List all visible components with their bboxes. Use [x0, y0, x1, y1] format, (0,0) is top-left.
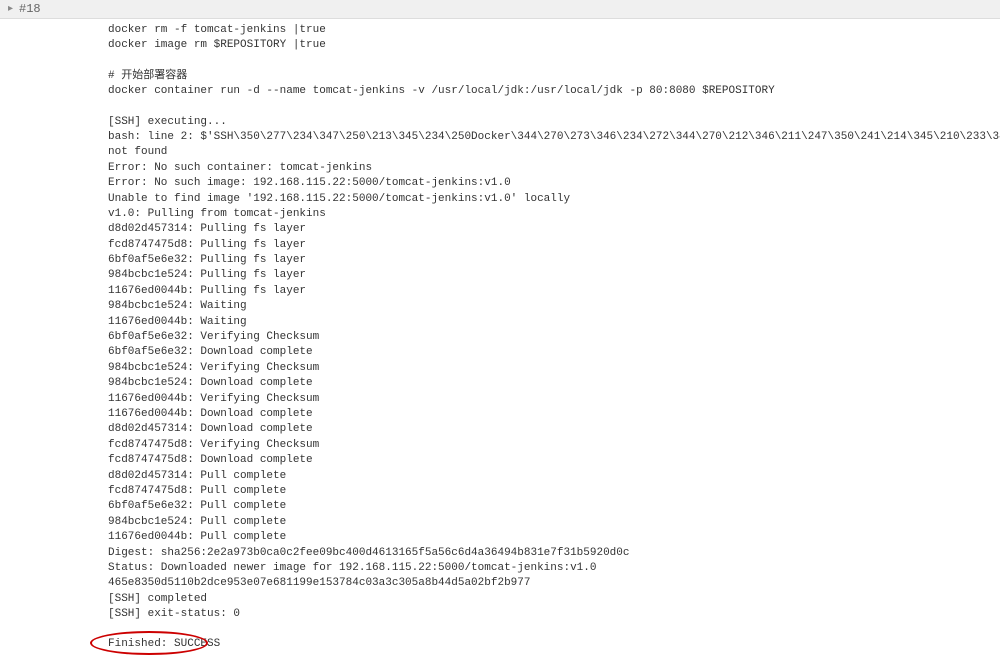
console-line: 11676ed0044b: Download complete — [108, 407, 992, 422]
finished-status-container: Finished: SUCCESS — [108, 637, 220, 652]
blank-line — [108, 100, 992, 115]
console-line: bash: line 2: $'SSH\350\277\234\347\250\… — [108, 130, 992, 145]
console-line: [SSH] completed — [108, 592, 992, 607]
blank-line — [108, 622, 992, 637]
console-line: docker container run -d --name tomcat-je… — [108, 84, 992, 99]
console-line: [SSH] exit-status: 0 — [108, 607, 992, 622]
console-line: 11676ed0044b: Waiting — [108, 315, 992, 330]
console-line: d8d02d457314: Download complete — [108, 422, 992, 437]
console-line: [SSH] executing... — [108, 115, 992, 130]
console-line: 11676ed0044b: Verifying Checksum — [108, 392, 992, 407]
console-line: 984bcbc1e524: Verifying Checksum — [108, 361, 992, 376]
console-line: 984bcbc1e524: Pull complete — [108, 515, 992, 530]
console-line: docker image rm $REPOSITORY |true — [108, 38, 992, 53]
console-line: d8d02d457314: Pulling fs layer — [108, 222, 992, 237]
console-line: docker rm -f tomcat-jenkins |true — [108, 23, 992, 38]
blank-line — [108, 54, 992, 69]
console-line: 6bf0af5e6e32: Pull complete — [108, 499, 992, 514]
console-line: v1.0: Pulling from tomcat-jenkins — [108, 207, 992, 222]
console-line: fcd8747475d8: Download complete — [108, 453, 992, 468]
console-line: 11676ed0044b: Pulling fs layer — [108, 284, 992, 299]
console-line: Error: No such container: tomcat-jenkins — [108, 161, 992, 176]
console-line: 11676ed0044b: Pull complete — [108, 530, 992, 545]
console-line: fcd8747475d8: Pulling fs layer — [108, 238, 992, 253]
console-line: Error: No such image: 192.168.115.22:500… — [108, 176, 992, 191]
console-line: Digest: sha256:2e2a973b0ca0c2fee09bc400d… — [108, 546, 992, 561]
console-line: 6bf0af5e6e32: Pulling fs layer — [108, 253, 992, 268]
console-line: not found — [108, 145, 992, 160]
console-line: 6bf0af5e6e32: Verifying Checksum — [108, 330, 992, 345]
finished-status: Finished: SUCCESS — [108, 638, 220, 650]
console-line: # 开始部署容器 — [108, 69, 992, 84]
console-line: fcd8747475d8: Verifying Checksum — [108, 438, 992, 453]
console-line: d8d02d457314: Pull complete — [108, 469, 992, 484]
console-line: 984bcbc1e524: Waiting — [108, 299, 992, 314]
console-line: Unable to find image '192.168.115.22:500… — [108, 192, 992, 207]
console-line: 984bcbc1e524: Download complete — [108, 376, 992, 391]
console-line: 984bcbc1e524: Pulling fs layer — [108, 268, 992, 283]
console-line: 465e8350d5110b2dce953e07e681199e153784c0… — [108, 576, 992, 591]
console-output: docker rm -f tomcat-jenkins |truedocker … — [0, 19, 1000, 661]
build-number[interactable]: #18 — [19, 2, 41, 16]
console-line: Status: Downloaded newer image for 192.1… — [108, 561, 992, 576]
console-line: fcd8747475d8: Pull complete — [108, 484, 992, 499]
console-line: 6bf0af5e6e32: Download complete — [108, 345, 992, 360]
header-bar: ▸ #18 — [0, 0, 1000, 19]
expand-icon[interactable]: ▸ — [8, 3, 13, 15]
